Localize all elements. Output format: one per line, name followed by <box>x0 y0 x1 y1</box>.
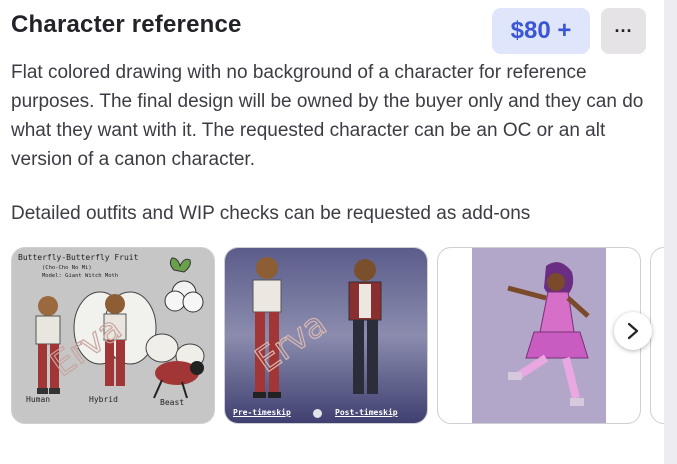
gallery-image-1[interactable]: Butterfly-Butterfly Fruit (Cho-Cho No Mi… <box>11 247 215 424</box>
listing-addons-note: Detailed outfits and WIP checks can be r… <box>11 203 531 224</box>
dancer-art <box>472 248 606 423</box>
more-options-button[interactable]: ··· <box>601 8 646 54</box>
gallery-image-3[interactable] <box>437 247 641 424</box>
label-human: Human <box>26 395 51 404</box>
label-pre-timeskip: Pre-timeskip <box>233 408 291 417</box>
listing-card: Character reference $80 + ··· Flat color… <box>0 0 664 464</box>
gallery-next-button[interactable] <box>614 312 652 350</box>
label-beast: Beast <box>160 398 185 407</box>
label-post-timeskip: Post-timeskip <box>335 408 398 417</box>
gallery-image-2[interactable]: Erva Pre-timeskip Post-timeskip <box>224 247 428 424</box>
page-scroll-rail <box>664 0 677 464</box>
listing-description: Flat colored drawing with no background … <box>11 62 644 170</box>
gallery-image-4[interactable] <box>650 247 664 424</box>
chevron-right-icon <box>627 322 639 340</box>
image-gallery: Butterfly-Butterfly Fruit (Cho-Cho No Mi… <box>0 247 664 424</box>
timeskip-art: Erva <box>225 248 427 423</box>
label-hybrid: Hybrid <box>89 395 118 404</box>
listing-title: Character reference <box>11 11 242 38</box>
price-button[interactable]: $80 + <box>492 8 590 54</box>
carousel-indicator-dot <box>313 409 322 418</box>
